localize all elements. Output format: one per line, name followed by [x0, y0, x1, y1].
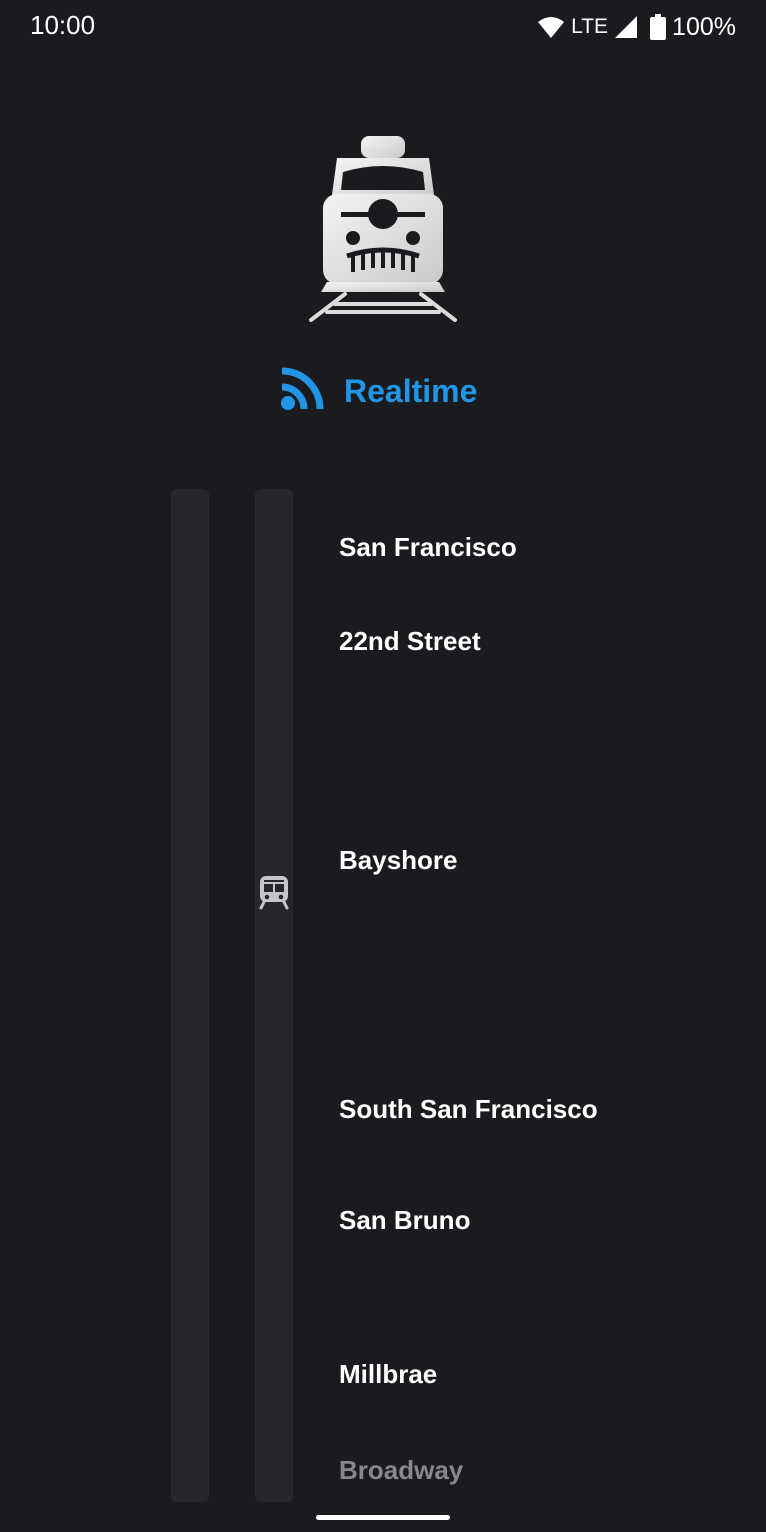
status-time: 10:00 [30, 10, 96, 40]
realtime-header: Realtime [280, 366, 477, 416]
stop-name[interactable]: South San Francisco [339, 1094, 598, 1125]
rss-feed-icon [280, 367, 324, 416]
route-track-left [171, 489, 209, 1502]
battery-percent: 100% [672, 12, 736, 41]
train-front-icon [305, 132, 461, 326]
stop-name[interactable]: Bayshore [339, 845, 458, 876]
cell-signal-icon [614, 15, 638, 39]
stop-name[interactable]: San Bruno [339, 1205, 470, 1236]
gesture-nav-handle[interactable] [316, 1515, 450, 1520]
stop-name[interactable]: Millbrae [339, 1359, 437, 1390]
battery-icon [650, 14, 667, 40]
stop-name[interactable]: Broadway [339, 1455, 463, 1486]
status-icons: LTE 100% [537, 12, 736, 42]
network-type: LTE [571, 15, 609, 38]
route-track-right [255, 489, 293, 1502]
wifi-icon [537, 15, 565, 39]
stop-name[interactable]: San Francisco [339, 532, 517, 563]
status-bar: 10:00 LTE 100% [0, 0, 766, 54]
realtime-title: Realtime [344, 372, 478, 409]
train-icon [259, 874, 289, 910]
stop-name[interactable]: 22nd Street [339, 626, 481, 657]
